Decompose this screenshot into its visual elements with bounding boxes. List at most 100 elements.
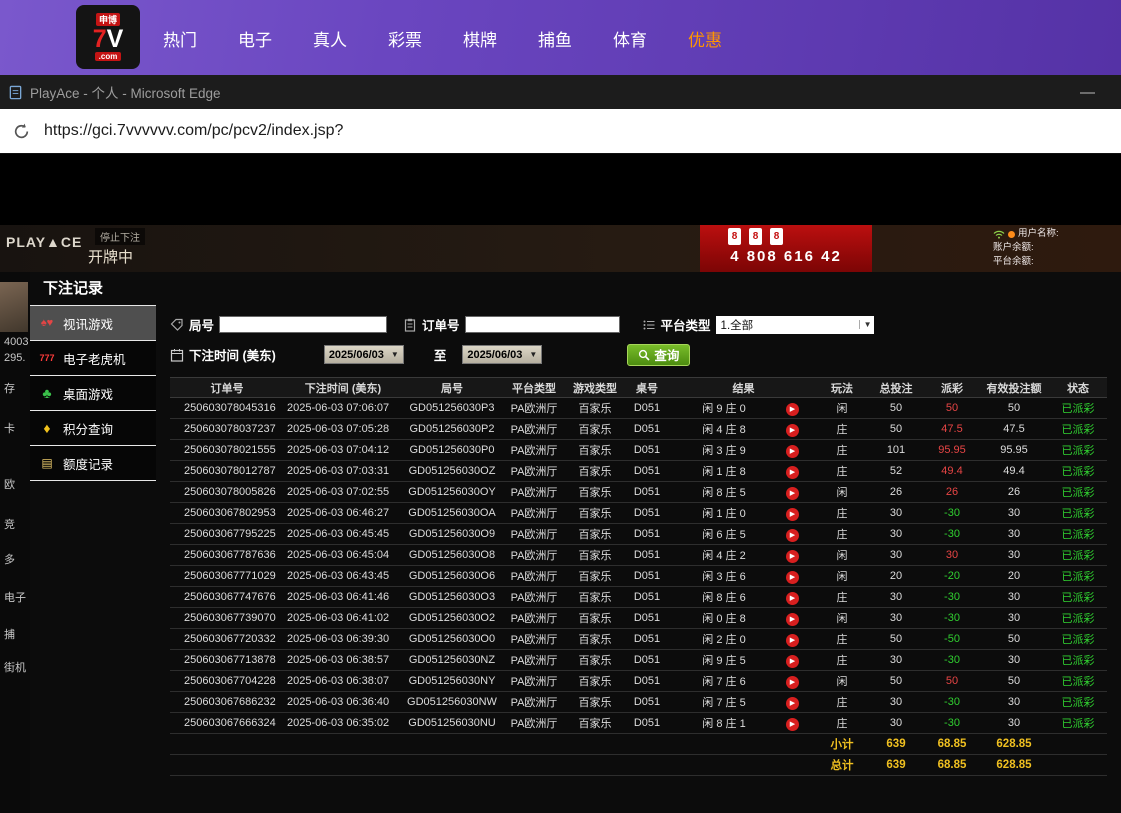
replay-play-icon[interactable]: ▶ [786, 424, 799, 437]
sidebar-fragment: 电子 [4, 589, 26, 605]
cell-platform: PA欧洲厅 [502, 419, 566, 440]
menu-item-label: 桌面游戏 [63, 384, 113, 403]
replay-play-icon[interactable]: ▶ [786, 403, 799, 416]
replay-play-icon[interactable]: ▶ [786, 550, 799, 563]
chevron-down-icon: ▼ [389, 350, 399, 359]
cell-round: GD051256030NW [402, 692, 502, 713]
url-text[interactable]: https://gci.7vvvvvv.com/pc/pcv2/index.js… [44, 122, 343, 140]
cell-round: GD051256030NZ [402, 650, 502, 671]
menu-item-视讯游戏[interactable]: ♠♥视讯游戏 [30, 306, 156, 341]
table-header-row: 订单号下注时间 (美东)局号平台类型游戏类型桌号结果玩法总投注派彩有效投注额状态 [170, 378, 1107, 398]
cell-table-no: D051 [624, 713, 670, 734]
cell-platform: PA欧洲厅 [502, 482, 566, 503]
site-logo[interactable]: 申博 7V .com [76, 5, 140, 69]
result-text: 闲 9 庄 5 [688, 652, 760, 668]
cell-play-type: 闲 [817, 608, 867, 629]
grand-total-total-bet: 639 [867, 755, 925, 776]
user-avatar-icon [1008, 231, 1015, 238]
table-row: 2506030780215552025-06-03 07:04:12GD0512… [170, 440, 1107, 461]
search-button[interactable]: 查询 [627, 344, 690, 366]
result-text: 闲 7 庄 6 [688, 673, 760, 689]
cell-status: 已派彩 [1049, 482, 1107, 503]
logo-bottom-text: .com [95, 52, 122, 61]
result-text: 闲 1 庄 0 [688, 505, 760, 521]
replay-play-icon[interactable]: ▶ [786, 634, 799, 647]
cell-time: 2025-06-03 06:35:02 [284, 713, 402, 734]
platform-select[interactable]: 1.全部 ▼ [716, 316, 874, 334]
logo-main-text: 7V [93, 27, 124, 51]
cell-platform: PA欧洲厅 [502, 587, 566, 608]
cell-result: 闲 9 庄 5 ▶ [670, 650, 817, 671]
nav-item-捕鱼[interactable]: 捕鱼 [538, 26, 572, 51]
nav-item-热门[interactable]: 热门 [163, 26, 197, 51]
cell-result: 闲 4 庄 8▶ [670, 419, 817, 440]
cell-table-no: D051 [624, 587, 670, 608]
replay-play-icon[interactable]: ▶ [786, 466, 799, 479]
replay-play-icon[interactable]: ▶ [786, 676, 799, 689]
cell-table-no: D051 [624, 629, 670, 650]
cell-status: 已派彩 [1049, 692, 1107, 713]
result-text: 闲 2 庄 0 [688, 631, 760, 647]
order-input[interactable] [465, 316, 620, 333]
replay-play-icon[interactable]: ▶ [786, 697, 799, 710]
cell-table-no: D051 [624, 419, 670, 440]
subtotal-total-bet: 639 [867, 734, 925, 755]
replay-play-icon[interactable]: ▶ [786, 487, 799, 500]
date-to-value: 2025/06/03 [467, 349, 522, 361]
cell-status: 已派彩 [1049, 419, 1107, 440]
round-input[interactable] [219, 316, 387, 333]
replay-play-icon[interactable]: ▶ [786, 655, 799, 668]
column-header: 平台类型 [502, 378, 566, 398]
result-text: 闲 6 庄 5 [688, 526, 760, 542]
cell-result: 闲 6 庄 5 ▶ [670, 524, 817, 545]
replay-play-icon[interactable]: ▶ [786, 529, 799, 542]
cell-result: 闲 3 庄 6▶ [670, 566, 817, 587]
replay-play-icon[interactable]: ▶ [786, 508, 799, 521]
nav-item-体育[interactable]: 体育 [613, 26, 647, 51]
platform-type-label: 平台类型 [661, 315, 711, 334]
cell-play-type: 庄 [817, 587, 867, 608]
cell-order: 250603067771029 [170, 566, 284, 587]
date-to-select[interactable]: 2025/06/03 ▼ [462, 345, 542, 364]
sidebar-fragment: 4003 [4, 336, 28, 348]
sidebar-fragment: 欧 [4, 476, 15, 492]
cell-order: 250603078012787 [170, 461, 284, 482]
replay-play-icon[interactable]: ▶ [786, 445, 799, 458]
modal-main: 局号 订单号 [156, 305, 1121, 813]
nav-item-优惠[interactable]: 优惠 [688, 26, 722, 51]
replay-play-icon[interactable]: ▶ [786, 613, 799, 626]
nav-item-真人[interactable]: 真人 [313, 26, 347, 51]
cell-platform: PA欧洲厅 [502, 692, 566, 713]
cell-status: 已派彩 [1049, 461, 1107, 482]
cell-total-bet: 50 [867, 398, 925, 419]
cell-game-type: 百家乐 [566, 629, 624, 650]
nav-item-彩票[interactable]: 彩票 [388, 26, 422, 51]
column-header: 游戏类型 [566, 378, 624, 398]
cell-game-type: 百家乐 [566, 482, 624, 503]
menu-item-额度记录[interactable]: ▤额度记录 [30, 446, 156, 481]
cell-total-bet: 30 [867, 608, 925, 629]
cell-game-type: 百家乐 [566, 524, 624, 545]
table-games-icon: ♣ [37, 385, 57, 401]
menu-item-桌面游戏[interactable]: ♣ 桌面游戏 [30, 376, 156, 411]
main-nav: 热门 电子 真人 彩票 棋牌 捕鱼 体育 优惠 [163, 26, 722, 51]
replay-play-icon[interactable]: ▶ [786, 718, 799, 731]
bet-time-label: 下注时间 (美东) [189, 345, 276, 364]
nav-item-棋牌[interactable]: 棋牌 [463, 26, 497, 51]
page-content: PLAY▲CE 停止下注 开牌中 888 4 808 616 42 用户名称: … [0, 154, 1121, 813]
replay-play-icon[interactable]: ▶ [786, 592, 799, 605]
column-header: 玩法 [817, 378, 867, 398]
menu-item-积分查询[interactable]: ♦积分查询 [30, 411, 156, 446]
slot-machine-icon: 777 [37, 353, 57, 363]
cell-game-type: 百家乐 [566, 398, 624, 419]
date-from-select[interactable]: 2025/06/03 ▼ [324, 345, 404, 364]
replay-play-icon[interactable]: ▶ [786, 571, 799, 584]
minimize-button[interactable]: — [1080, 84, 1095, 101]
menu-item-电子老虎机[interactable]: 777电子老虎机 [30, 341, 156, 376]
cell-order: 250603067666324 [170, 713, 284, 734]
nav-item-电子[interactable]: 电子 [238, 26, 272, 51]
refresh-icon[interactable] [12, 122, 31, 141]
table-row: 2506030780058262025-06-03 07:02:55GD0512… [170, 482, 1107, 503]
screen: 申博 7V .com 热门电子真人彩票棋牌捕鱼体育优惠 PlayAce - 个人… [0, 0, 1121, 813]
cell-game-type: 百家乐 [566, 671, 624, 692]
